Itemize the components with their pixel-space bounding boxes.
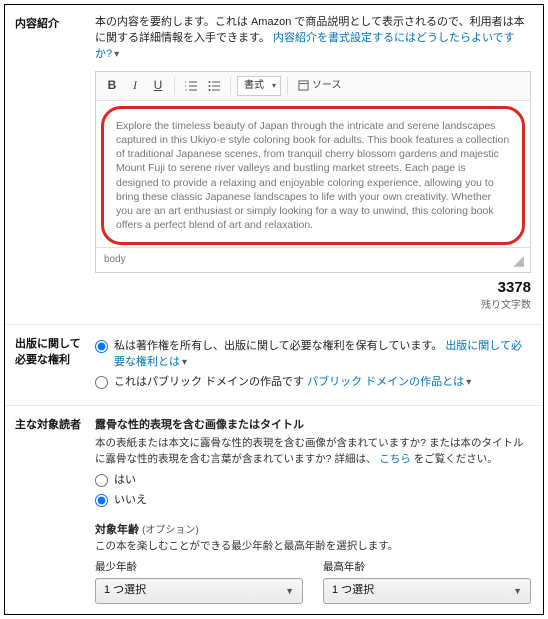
char-count-number: 3378: [498, 279, 531, 296]
explicit-yes-radio[interactable]: [95, 474, 108, 487]
source-button[interactable]: ソース: [294, 79, 346, 94]
section-heading-description: 内容紹介: [5, 5, 91, 324]
rich-text-editor: B I U 123 書式▾: [95, 71, 531, 274]
age-range-helper: この本を楽しむことができる最少年齢と最高年齢を選択します。: [95, 539, 531, 554]
underline-button[interactable]: U: [148, 76, 168, 96]
explicit-content-help-link[interactable]: こちら: [379, 453, 411, 465]
explicit-yes-label: はい: [114, 473, 136, 489]
explicit-no-label: いいえ: [114, 493, 147, 509]
italic-button[interactable]: I: [125, 76, 145, 96]
rights-public-domain-label: これはパブリック ドメインの作品です: [114, 376, 304, 388]
rights-own-radio[interactable]: [95, 340, 108, 353]
max-age-select[interactable]: 1 つ選択▼: [323, 578, 531, 604]
char-count-label: 残り文字数: [95, 299, 531, 314]
age-range-optional: (オプション): [142, 525, 199, 536]
format-select[interactable]: 書式▾: [237, 76, 281, 96]
rights-public-domain-radio[interactable]: [95, 376, 108, 389]
bullet-list-button[interactable]: [204, 76, 224, 96]
age-range-heading: 対象年齢: [95, 524, 139, 536]
svg-text:3: 3: [185, 88, 187, 92]
editor-path: body: [104, 253, 126, 268]
explicit-content-heading: 露骨な性的表現を含む画像またはタイトル: [95, 418, 531, 434]
explicit-no-radio[interactable]: [95, 494, 108, 507]
resize-handle-icon[interactable]: ◢: [513, 250, 522, 270]
rights-own-label: 私は著作権を所有し、出版に関して必要な権利を保有しています。: [114, 340, 442, 352]
min-age-label: 最少年齢: [95, 560, 303, 575]
bold-button[interactable]: B: [102, 76, 122, 96]
editor-toolbar: B I U 123 書式▾: [96, 72, 530, 101]
editor-textarea[interactable]: Explore the timeless beauty of Japan thr…: [101, 106, 525, 245]
rights-public-domain-help-link[interactable]: パブリック ドメインの作品とは▾: [307, 376, 471, 388]
section-heading-rights: 出版に関して必要な権利: [5, 325, 91, 405]
min-age-select[interactable]: 1 つ選択▼: [95, 578, 303, 604]
numbered-list-button[interactable]: 123: [181, 76, 201, 96]
max-age-label: 最高年齢: [323, 560, 531, 575]
